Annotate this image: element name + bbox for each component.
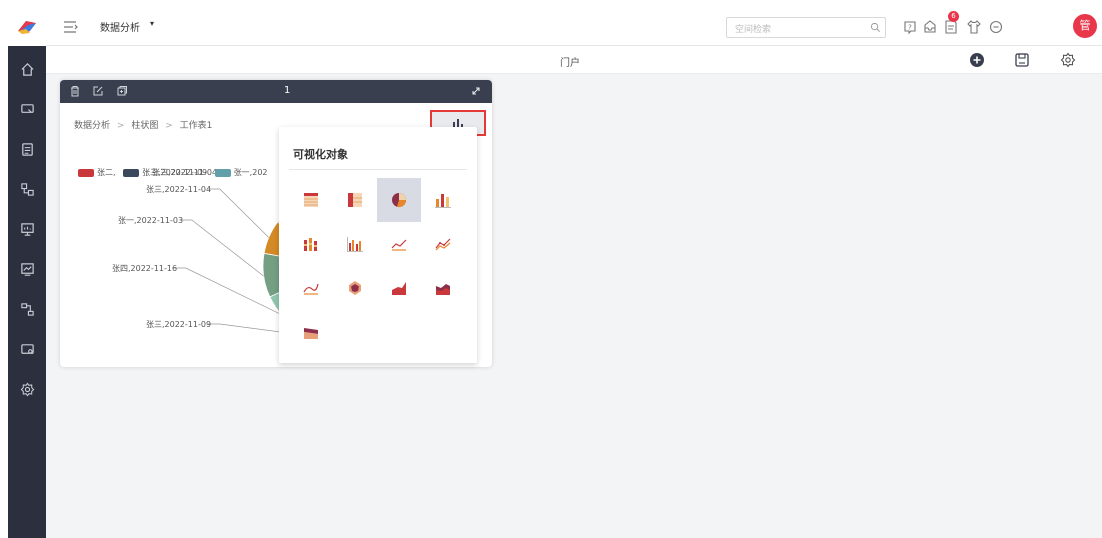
multi-line-icon[interactable] [421,222,465,266]
smooth-line-icon[interactable] [289,266,333,310]
table-icon[interactable] [289,178,333,222]
legend-item[interactable]: 张二, [78,167,116,178]
stream-area-icon[interactable] [289,310,333,354]
legend-swatch [214,168,231,177]
search-icon[interactable] [870,22,881,33]
page-title: 门户 [560,58,580,69]
portal-bar: 门户 [46,46,1102,74]
sidebar [8,46,46,538]
logo-icon [18,21,36,34]
legend-label: 张二, [97,168,116,177]
legend-item[interactable]: 张一,202 [214,167,268,178]
stacked-bar-icon[interactable] [289,222,333,266]
add-icon[interactable] [969,52,985,68]
slice-label: 张一,2022-11-03 [118,216,183,225]
clipboard-icon[interactable] [8,138,46,160]
home-icon[interactable] [8,58,46,80]
pie-chart-icon[interactable] [377,178,421,222]
data-model-icon[interactable] [8,178,46,200]
screen-icon[interactable] [8,338,46,360]
legend-label: 张一,202 [233,168,268,177]
inbox-icon[interactable] [922,19,938,35]
more-icon[interactable] [988,19,1004,35]
legend-swatch [123,168,140,177]
search-input[interactable]: 空间检索 [726,17,886,38]
monitor-icon[interactable] [8,98,46,120]
gear-icon[interactable] [1060,52,1076,68]
app-title[interactable]: 数据分析 [100,19,140,34]
divider [289,169,467,170]
panel-title: 可视化对象 [293,148,348,161]
svg-text:?: ? [908,24,912,32]
save-icon[interactable] [1014,52,1030,68]
label-leader-line [207,188,270,238]
crosstab-icon[interactable] [333,178,377,222]
visualization-panel: 可视化对象 [279,127,477,363]
theme-shirt-icon[interactable] [966,19,982,35]
legend-label: 张三,2022-11-09 [142,168,208,177]
chart-legend: 张二, 张三,2022-11-09 张一,202 [78,167,273,178]
menu-toggle-icon[interactable] [62,19,78,35]
slice-label: 张四,2022-11-16 [112,264,177,273]
bar-chart-icon[interactable] [421,178,465,222]
notification-badge: 6 [948,11,959,22]
top-bar: 数据分析 ▾ 空间检索 ? 6 管 [46,8,1102,46]
stacked-area-icon[interactable] [421,266,465,310]
label-leader-line [179,219,264,277]
chevron-down-icon[interactable]: ▾ [150,19,154,28]
help-icon[interactable]: ? [902,19,918,35]
legend-item[interactable]: 张三,2022-11-09 [123,167,207,178]
slice-label: 张三,2022-11-04 [146,185,211,194]
dashboard-icon[interactable] [8,218,46,240]
radar-icon[interactable] [333,266,377,310]
settings-icon[interactable] [8,378,46,400]
avatar[interactable]: 管 [1073,14,1097,38]
workflow-icon[interactable] [8,298,46,320]
line-chart-icon[interactable] [377,222,421,266]
area-chart-icon[interactable] [377,266,421,310]
slice-label: 张三,2022-11-09 [146,320,211,329]
legend-swatch [78,168,94,177]
report-icon[interactable] [8,258,46,280]
app-logo[interactable] [8,8,46,46]
grouped-bar-icon[interactable] [333,222,377,266]
